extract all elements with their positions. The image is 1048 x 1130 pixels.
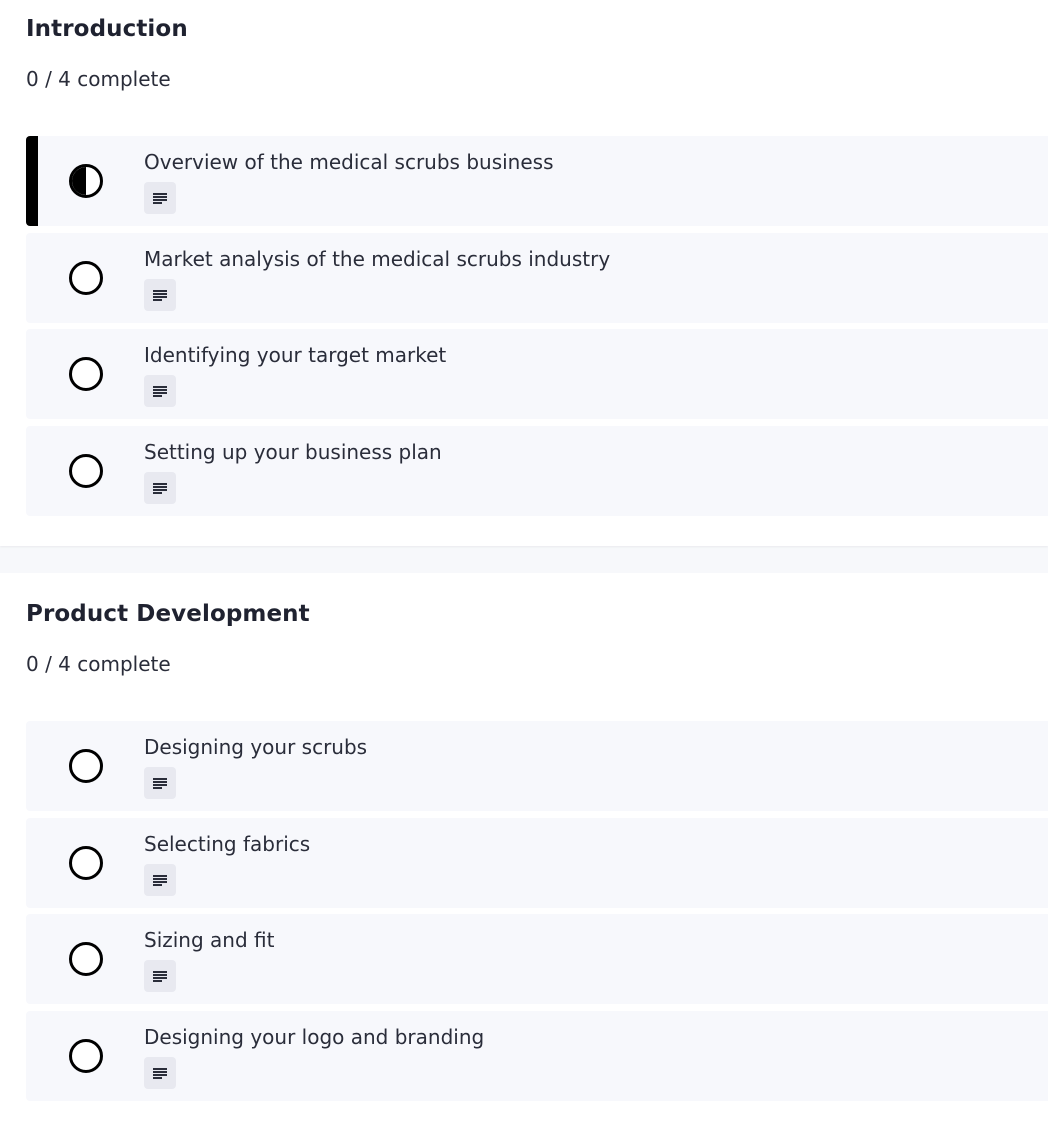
section-progress: 0 / 4 complete [26, 652, 171, 676]
text-document-icon [144, 375, 176, 407]
lesson-title[interactable]: Designing your scrubs [144, 735, 367, 759]
lesson-list: Designing your scrubs Selecting fabrics … [26, 721, 1048, 1107]
half-circle-progress-icon [69, 164, 103, 198]
lesson-item[interactable]: Market analysis of the medical scrubs in… [26, 232, 1048, 323]
lesson-title[interactable]: Market analysis of the medical scrubs in… [144, 247, 610, 271]
empty-circle-status-icon [69, 260, 103, 295]
lesson-title[interactable]: Selecting fabrics [144, 832, 310, 856]
section-title: Product Development [26, 601, 310, 627]
section-title: Introduction [26, 16, 188, 42]
lesson-item[interactable]: Selecting fabrics [26, 817, 1048, 908]
lesson-item[interactable]: Sizing and fit [26, 914, 1048, 1004]
empty-circle-status-icon [69, 357, 103, 391]
text-document-icon [144, 863, 176, 896]
lesson-title[interactable]: Designing your logo and branding [144, 1025, 484, 1049]
text-document-icon [144, 471, 176, 504]
text-document-icon [144, 1056, 176, 1089]
section-product-development: Product Development 0 / 4 complete Desig… [0, 573, 1048, 1130]
lesson-item[interactable]: Identifying your target market [26, 329, 1048, 419]
lesson-title[interactable]: Setting up your business plan [144, 440, 442, 464]
lesson-item[interactable]: Setting up your business plan [26, 425, 1048, 516]
empty-circle-status-icon [69, 749, 103, 783]
text-document-icon [144, 278, 176, 311]
lesson-item[interactable]: Designing your logo and branding [26, 1010, 1048, 1101]
text-document-icon [144, 182, 176, 214]
lesson-item[interactable]: Designing your scrubs [26, 721, 1048, 811]
lesson-item[interactable]: Overview of the medical scrubs business [26, 136, 1048, 226]
empty-circle-status-icon [69, 1038, 103, 1073]
lesson-title[interactable]: Sizing and fit [144, 928, 274, 952]
text-document-icon [144, 960, 176, 992]
empty-circle-status-icon [69, 845, 103, 880]
lesson-title[interactable]: Overview of the medical scrubs business [144, 150, 554, 174]
empty-circle-status-icon [69, 453, 103, 488]
empty-circle-status-icon [69, 942, 103, 976]
text-document-icon [144, 767, 176, 799]
section-introduction: Introduction 0 / 4 complete Overview of … [0, 0, 1048, 546]
lesson-list: Overview of the medical scrubs business … [26, 136, 1048, 522]
lesson-title[interactable]: Identifying your target market [144, 343, 446, 367]
section-progress: 0 / 4 complete [26, 67, 171, 91]
